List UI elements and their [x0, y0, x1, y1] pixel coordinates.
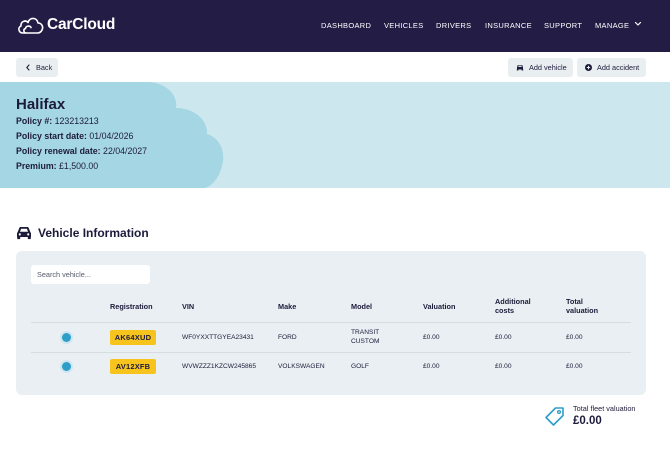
- price-tag-icon: [545, 407, 564, 426]
- row-divider: [31, 322, 631, 323]
- nav-item-manage[interactable]: MANAGE: [595, 21, 629, 30]
- policy-start-date: Policy start date: 01/04/2026: [16, 131, 134, 141]
- add-accident-button[interactable]: Add accident: [577, 58, 646, 77]
- row-total: £0.00: [566, 334, 583, 341]
- row-valuation: £0.00: [423, 334, 440, 341]
- row-additional: £0.00: [495, 363, 512, 370]
- registration-plate: AK64XUD: [110, 330, 156, 345]
- col-model: Model: [351, 302, 373, 311]
- row-model: GOLF: [351, 363, 369, 370]
- row-make: FORD: [278, 334, 297, 341]
- row-additional: £0.00: [495, 334, 512, 341]
- row-select-radio[interactable]: [62, 333, 71, 342]
- back-button[interactable]: Back: [16, 58, 58, 77]
- add-accident-label: Add accident: [597, 63, 640, 72]
- back-label: Back: [36, 63, 53, 72]
- car-icon: [516, 65, 524, 71]
- col-make: Make: [278, 302, 297, 311]
- registration-plate: AV12XFB: [110, 359, 156, 374]
- add-vehicle-button[interactable]: Add vehicle: [508, 58, 573, 77]
- col-additional-costs: Additional costs: [495, 297, 531, 315]
- row-select-radio[interactable]: [62, 362, 71, 371]
- plus-circle-icon: [585, 64, 592, 71]
- search-input[interactable]: [31, 265, 150, 284]
- policy-title: Halifax: [16, 96, 66, 113]
- vehicle-info-heading: Vehicle Information: [16, 226, 149, 240]
- nav-item-vehicles[interactable]: VEHICLES: [384, 21, 424, 30]
- nav-item-support[interactable]: SUPPORT: [544, 21, 582, 30]
- row-vin: WF0YXXTTGYEA23431: [182, 334, 254, 341]
- row-model: TRANSIT CUSTOM: [351, 329, 380, 345]
- nav-item-dashboard[interactable]: DASHBOARD: [321, 21, 371, 30]
- row-divider: [31, 352, 631, 353]
- row-valuation: £0.00: [423, 363, 440, 370]
- policy-premium: Premium: £1,500.00: [16, 161, 99, 171]
- policy-number: Policy #: 123213213: [16, 116, 99, 126]
- top-nav: CarCloud DASHBOARD VEHICLES DRIVERS INSU…: [0, 0, 670, 52]
- add-vehicle-label: Add vehicle: [529, 63, 567, 72]
- col-registration: Registration: [110, 302, 153, 311]
- row-total: £0.00: [566, 363, 583, 370]
- section-title: Vehicle Information: [38, 226, 149, 240]
- nav-item-insurance[interactable]: INSURANCE: [485, 21, 532, 30]
- total-fleet-label: Total fleet valuation: [573, 404, 636, 413]
- car-icon: [17, 227, 31, 240]
- policy-hero: Halifax Policy #: 123213213 Policy start…: [0, 82, 670, 188]
- row-make: VOLKSWAGEN: [278, 363, 325, 370]
- chevron-down-icon[interactable]: [634, 20, 642, 28]
- nav-item-drivers[interactable]: DRIVERS: [436, 21, 471, 30]
- chevron-left-icon: [26, 64, 30, 71]
- col-vin: VIN: [182, 302, 195, 311]
- policy-renewal-date: Policy renewal date: 22/04/2027: [16, 146, 148, 156]
- total-fleet-value: £0.00: [573, 415, 602, 427]
- col-total-valuation: Total valuation: [566, 297, 599, 315]
- col-valuation: Valuation: [423, 302, 456, 311]
- row-vin: WVWZZZ1KZCW245865: [182, 363, 257, 370]
